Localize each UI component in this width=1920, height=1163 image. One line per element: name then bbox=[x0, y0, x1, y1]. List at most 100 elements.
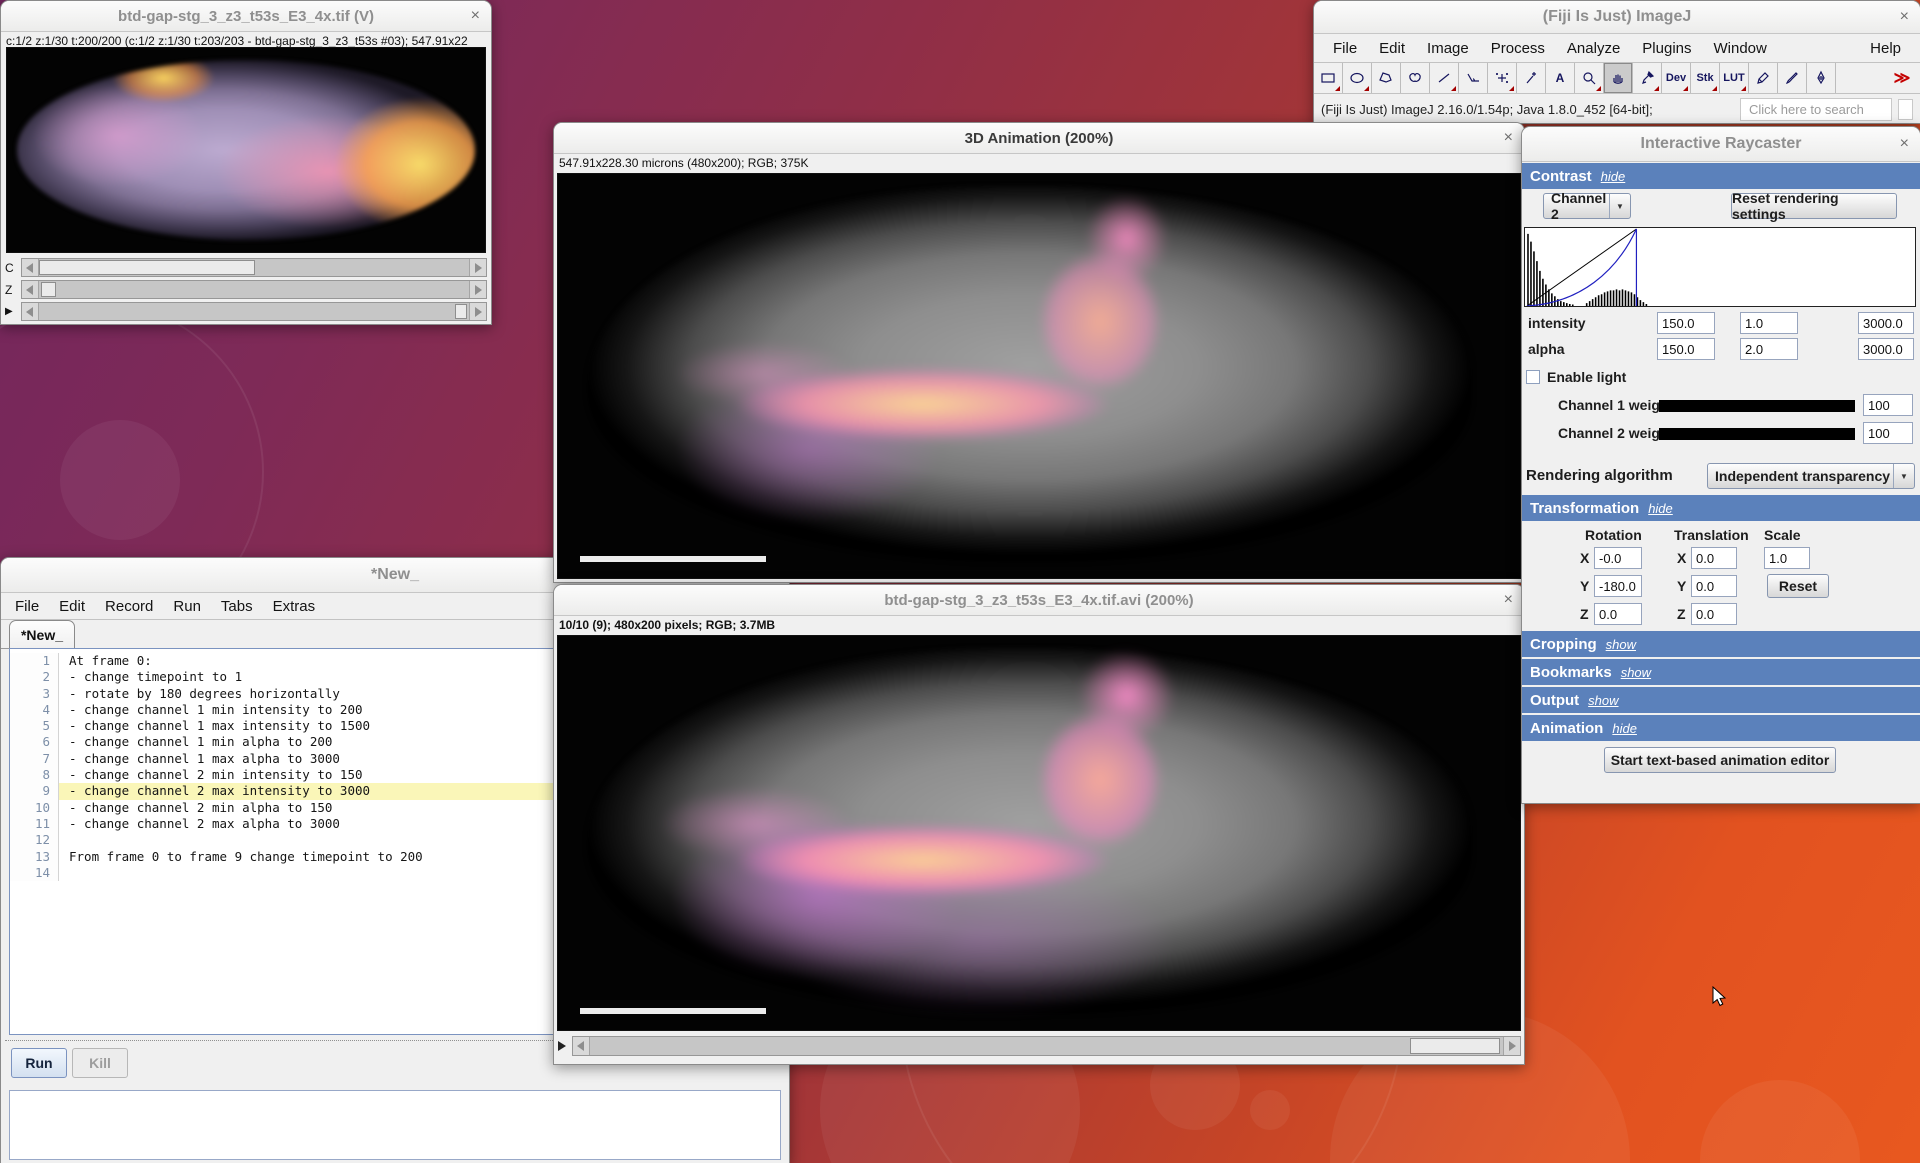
time-scrollbar-thumb[interactable] bbox=[455, 304, 467, 319]
time-scrollbar[interactable] bbox=[21, 302, 487, 321]
tif-window-titlebar[interactable]: btd-gap-stg_3_z3_t53s_E3_4x.tif (V) × bbox=[1, 1, 491, 32]
menu-help[interactable]: Help bbox=[1859, 40, 1912, 57]
hand-tool-icon[interactable] bbox=[1604, 63, 1633, 93]
tif-image-canvas[interactable] bbox=[6, 47, 486, 253]
polygon-tool-icon[interactable] bbox=[1372, 63, 1401, 93]
rotation-x-field[interactable]: -0.0 bbox=[1594, 547, 1642, 569]
editor-menu-edit[interactable]: Edit bbox=[49, 598, 95, 615]
scroll-left-icon[interactable] bbox=[22, 259, 39, 276]
channel-scrollbar[interactable] bbox=[21, 258, 487, 277]
rotation-y-field[interactable]: -180.0 bbox=[1594, 575, 1642, 597]
avi-titlebar[interactable]: btd-gap-stg_3_z3_t53s_E3_4x.tif.avi (200… bbox=[554, 585, 1524, 616]
editor-menu-record[interactable]: Record bbox=[95, 598, 163, 615]
menu-plugins[interactable]: Plugins bbox=[1631, 40, 1702, 57]
animation-hide-link[interactable]: hide bbox=[1612, 721, 1637, 736]
play-icon[interactable]: ▶ bbox=[5, 306, 21, 317]
search-button[interactable] bbox=[1898, 99, 1913, 120]
paintbrush-tool-icon[interactable] bbox=[1778, 63, 1807, 93]
scroll-right-icon[interactable] bbox=[469, 281, 486, 298]
close-icon[interactable]: × bbox=[471, 8, 480, 24]
menu-edit[interactable]: Edit bbox=[1368, 40, 1416, 57]
transform-reset-button[interactable]: Reset bbox=[1767, 574, 1829, 598]
channel2-weight-slider[interactable] bbox=[1659, 428, 1855, 440]
channel1-weight-slider[interactable] bbox=[1659, 400, 1855, 412]
menu-image[interactable]: Image bbox=[1416, 40, 1480, 57]
frame-scrollbar-thumb[interactable] bbox=[1410, 1038, 1500, 1054]
reset-rendering-button[interactable]: Reset rendering settings bbox=[1731, 190, 1897, 222]
scroll-left-icon[interactable] bbox=[22, 303, 39, 320]
pencil-tool-icon[interactable] bbox=[1749, 63, 1778, 93]
zoom-tool-icon[interactable] bbox=[1575, 63, 1604, 93]
z-scrollbar[interactable] bbox=[21, 280, 487, 299]
translation-x-field[interactable]: 0.0 bbox=[1691, 547, 1737, 569]
editor-output-area[interactable] bbox=[9, 1090, 781, 1160]
contrast-hide-link[interactable]: hide bbox=[1601, 169, 1626, 184]
freehand-tool-icon[interactable] bbox=[1401, 63, 1430, 93]
scroll-left-icon[interactable] bbox=[22, 281, 39, 298]
color-picker-tool-icon[interactable] bbox=[1633, 63, 1662, 93]
more-tools-icon[interactable]: ≫ bbox=[1884, 63, 1920, 93]
anim3d-canvas[interactable] bbox=[557, 173, 1521, 579]
run-button[interactable]: Run bbox=[11, 1048, 67, 1078]
anim3d-titlebar[interactable]: 3D Animation (200%) × bbox=[554, 123, 1524, 154]
pen-tool-icon[interactable] bbox=[1807, 63, 1836, 93]
z-scrollbar-thumb[interactable] bbox=[41, 282, 56, 297]
enable-light-checkbox[interactable] bbox=[1526, 370, 1540, 384]
intensity-min-field[interactable]: 150.0 bbox=[1657, 312, 1715, 334]
menu-file[interactable]: File bbox=[1322, 40, 1368, 57]
text-tool-icon[interactable]: A bbox=[1546, 63, 1575, 93]
close-icon[interactable]: × bbox=[1504, 130, 1513, 146]
output-show-link[interactable]: show bbox=[1588, 693, 1618, 708]
scroll-left-icon[interactable] bbox=[573, 1037, 590, 1055]
menu-analyze[interactable]: Analyze bbox=[1556, 40, 1631, 57]
wand-tool-icon[interactable] bbox=[1517, 63, 1546, 93]
rendering-algorithm-select[interactable]: Independent transparency ▼ bbox=[1707, 463, 1915, 489]
editor-tab-new[interactable]: *New_ bbox=[9, 620, 75, 649]
imagej-titlebar[interactable]: (Fiji Is Just) ImageJ × bbox=[1314, 1, 1920, 34]
close-icon[interactable]: × bbox=[1900, 9, 1909, 25]
search-input[interactable]: Click here to search bbox=[1740, 98, 1892, 121]
lut-tool-icon[interactable]: LUT bbox=[1720, 63, 1749, 93]
contrast-histogram[interactable] bbox=[1524, 227, 1916, 307]
menu-process[interactable]: Process bbox=[1480, 40, 1556, 57]
close-icon[interactable]: × bbox=[1900, 136, 1909, 152]
scroll-right-icon[interactable] bbox=[1503, 1037, 1520, 1055]
intensity-max-field[interactable]: 3000.0 bbox=[1858, 312, 1914, 334]
close-icon[interactable]: × bbox=[1504, 592, 1513, 608]
rotation-z-field[interactable]: 0.0 bbox=[1594, 603, 1642, 625]
menu-window[interactable]: Window bbox=[1703, 40, 1778, 57]
bookmarks-show-link[interactable]: show bbox=[1621, 665, 1651, 680]
alpha-max-field[interactable]: 3000.0 bbox=[1858, 338, 1914, 360]
rectangle-tool-icon[interactable] bbox=[1314, 63, 1343, 93]
line-tool-icon[interactable] bbox=[1430, 63, 1459, 93]
channel-scrollbar-thumb[interactable] bbox=[39, 260, 255, 275]
oval-tool-icon[interactable] bbox=[1343, 63, 1372, 93]
scale-field[interactable]: 1.0 bbox=[1764, 547, 1810, 569]
editor-menu-run[interactable]: Run bbox=[163, 598, 211, 615]
raycaster-titlebar[interactable]: Interactive Raycaster × bbox=[1522, 127, 1920, 162]
point-tool-icon[interactable] bbox=[1488, 63, 1517, 93]
scroll-right-icon[interactable] bbox=[469, 259, 486, 276]
transformation-hide-link[interactable]: hide bbox=[1648, 501, 1673, 516]
start-animation-editor-button[interactable]: Start text-based animation editor bbox=[1604, 747, 1836, 773]
intensity-gamma-field[interactable]: 1.0 bbox=[1740, 312, 1798, 334]
dev-tool-icon[interactable]: Dev bbox=[1662, 63, 1691, 93]
stk-tool-icon[interactable]: Stk bbox=[1691, 63, 1720, 93]
channel1-weight-field[interactable]: 100 bbox=[1863, 394, 1913, 416]
translation-z-field[interactable]: 0.0 bbox=[1691, 603, 1737, 625]
angle-tool-icon[interactable] bbox=[1459, 63, 1488, 93]
alpha-min-field[interactable]: 150.0 bbox=[1657, 338, 1715, 360]
editor-menu-tabs[interactable]: Tabs bbox=[211, 598, 263, 615]
cropping-show-link[interactable]: show bbox=[1606, 637, 1636, 652]
translation-y-field[interactable]: 0.0 bbox=[1691, 575, 1737, 597]
editor-menu-extras[interactable]: Extras bbox=[263, 598, 326, 615]
play-icon[interactable] bbox=[557, 1036, 572, 1056]
editor-menu-file[interactable]: File bbox=[5, 598, 49, 615]
rendering-algorithm-value: Independent transparency bbox=[1715, 468, 1891, 484]
avi-canvas[interactable] bbox=[557, 635, 1521, 1031]
channel-select[interactable]: Channel 2 ▼ bbox=[1543, 190, 1631, 222]
scroll-right-icon[interactable] bbox=[469, 303, 486, 320]
alpha-gamma-field[interactable]: 2.0 bbox=[1740, 338, 1798, 360]
channel2-weight-field[interactable]: 100 bbox=[1863, 422, 1913, 444]
frame-scrollbar[interactable] bbox=[572, 1036, 1521, 1056]
